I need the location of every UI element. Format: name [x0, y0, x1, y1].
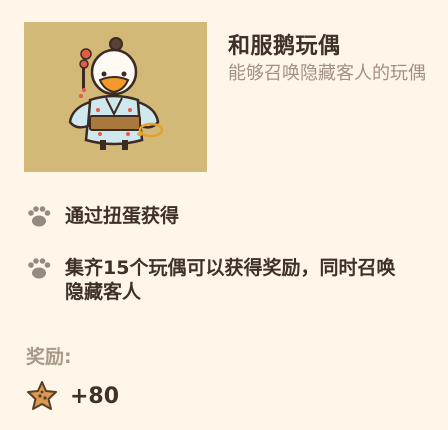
reward-row: +80: [26, 380, 119, 412]
item-detail-panel: 和服鹅玩偶 能够召唤隐藏客人的玩偶 通过扭蛋获得 集齐15个玩偶可以获得奖励，同…: [0, 0, 448, 430]
kimono-goose-doll-icon: [68, 37, 164, 150]
paw-icon: [28, 258, 51, 279]
reward-label: 奖励:: [26, 346, 72, 368]
item-image: [24, 22, 207, 172]
info-row-collection: 集齐15个玩偶可以获得奖励，同时召唤隐藏客人: [26, 256, 406, 304]
info-row-source: 通过扭蛋获得: [26, 204, 179, 230]
item-description: 能够召唤隐藏客人的玩偶: [228, 63, 426, 84]
star-cookie-icon: [27, 381, 57, 410]
item-title: 和服鹅玩偶: [228, 34, 341, 59]
reward-value: +80: [70, 383, 120, 409]
paw-icon: [28, 206, 51, 227]
info-text: 集齐15个玩偶可以获得奖励，同时召唤隐藏客人: [65, 257, 396, 303]
info-text: 通过扭蛋获得: [65, 205, 180, 227]
